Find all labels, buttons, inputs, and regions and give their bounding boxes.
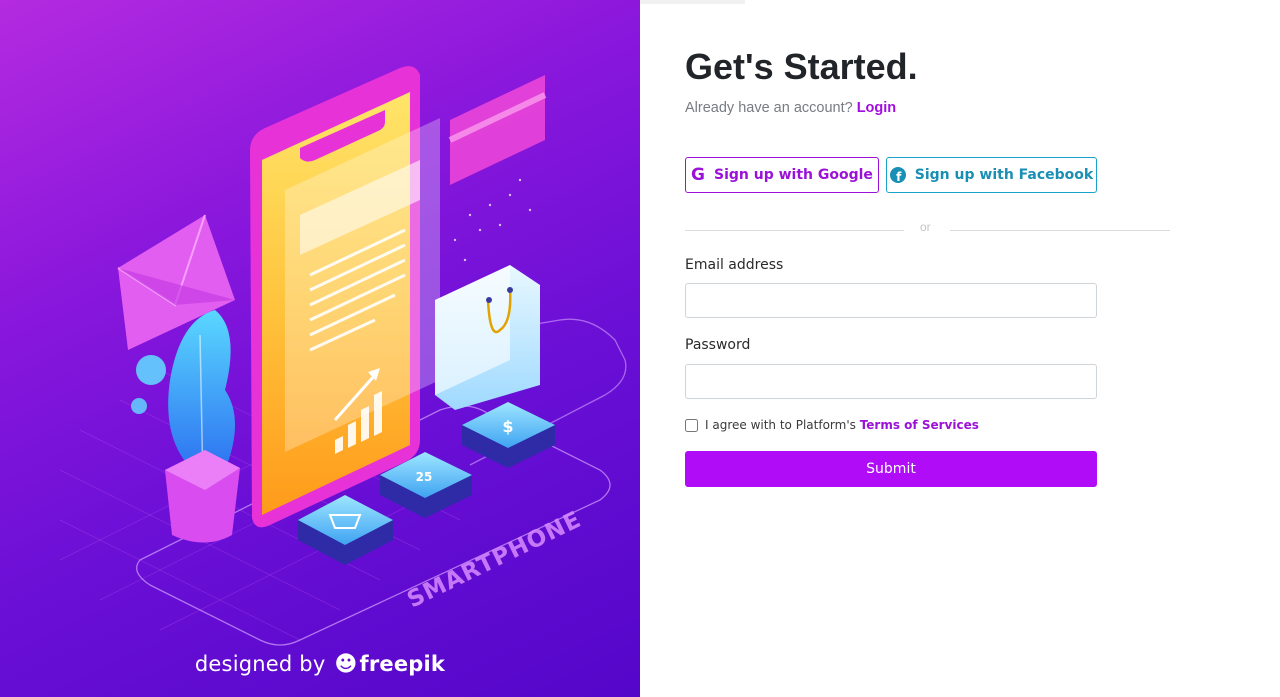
- divider-line-left: [685, 230, 904, 231]
- svg-text:25: 25: [416, 470, 433, 484]
- email-field[interactable]: [685, 283, 1097, 318]
- agree-text: I agree with to Platform's: [705, 418, 856, 432]
- freepik-credit: designed by ☻freepik: [0, 652, 640, 677]
- page-title: Get's Started.: [685, 46, 918, 87]
- terms-of-service-link[interactable]: Terms of Services: [860, 418, 979, 432]
- google-signup-label: Sign up with Google: [714, 167, 873, 183]
- hero-illustration-panel: 25 $ SMARTPHONE designed by ☻freepik: [0, 0, 640, 697]
- google-icon: G: [691, 165, 706, 185]
- account-prompt: Already have an account? Login: [685, 100, 896, 116]
- dollar-coin-tile-icon: $: [462, 402, 555, 468]
- signup-panel: Get's Started. Already have an account? …: [640, 0, 1280, 697]
- smartphone-device: [250, 66, 440, 528]
- login-link[interactable]: Login: [857, 100, 896, 116]
- terms-agreement-text: I agree with to Platform's Terms of Serv…: [705, 418, 979, 432]
- account-prompt-text: Already have an account?: [685, 100, 853, 116]
- terms-agreement: I agree with to Platform's Terms of Serv…: [685, 418, 979, 432]
- freepik-logo-icon: ☻: [334, 652, 358, 677]
- password-field[interactable]: [685, 364, 1097, 399]
- email-label: Email address: [685, 257, 784, 273]
- credit-prefix: designed by: [194, 652, 326, 676]
- divider-text: or: [920, 220, 931, 234]
- smartphone-label: SMARTPHONE: [403, 507, 585, 614]
- top-strip: [640, 0, 745, 4]
- credit-brand: freepik: [359, 652, 446, 676]
- smartphone-illustration: 25 $ SMARTPHONE: [59, 66, 627, 646]
- plant-icon: [165, 310, 240, 543]
- facebook-signup-label: Sign up with Facebook: [914, 167, 1094, 183]
- shop-basket-tile-icon: [298, 495, 393, 565]
- facebook-icon: f: [889, 167, 906, 183]
- terms-checkbox[interactable]: [685, 418, 698, 432]
- password-label: Password: [685, 337, 751, 353]
- shopping-bag-icon: [435, 265, 540, 410]
- credit-card-icon: [448, 75, 547, 185]
- divider-line-right: [950, 230, 1170, 231]
- submit-button[interactable]: Submit: [685, 451, 1097, 487]
- facebook-signup-button[interactable]: f Sign up with Facebook: [886, 157, 1097, 193]
- svg-text:$: $: [502, 417, 513, 436]
- google-signup-button[interactable]: G Sign up with Google: [685, 157, 879, 193]
